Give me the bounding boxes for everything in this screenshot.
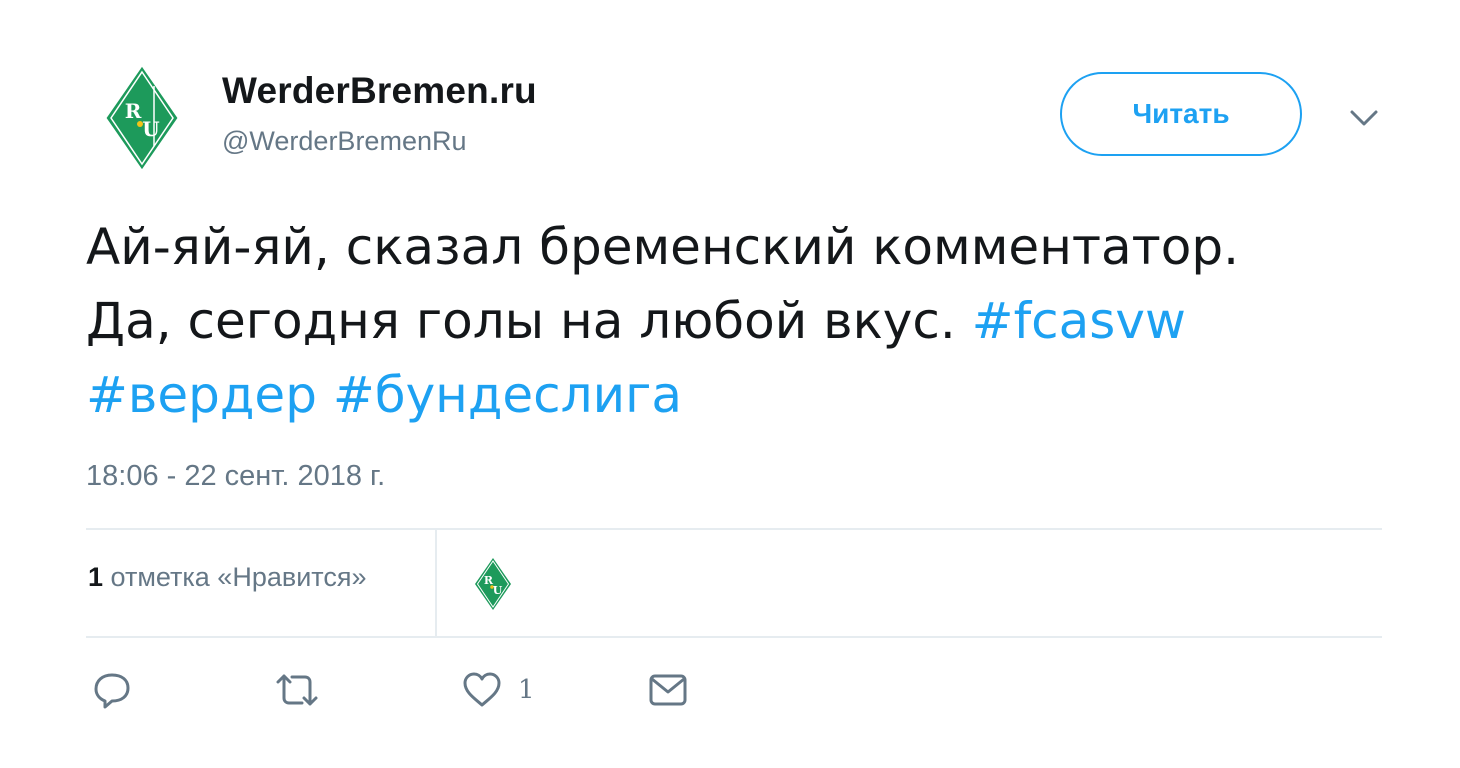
- retweet-button[interactable]: [274, 668, 320, 712]
- retweet-icon: [276, 674, 318, 706]
- direct-message-button[interactable]: [648, 668, 688, 712]
- svg-text:U: U: [493, 584, 503, 597]
- like-count: 1: [518, 675, 535, 705]
- divider: [86, 636, 1382, 638]
- divider: [86, 528, 1382, 530]
- svg-text:R: R: [125, 99, 142, 123]
- likes-stat[interactable]: 1 отметка «Нравится»: [88, 562, 366, 593]
- reply-button[interactable]: [92, 668, 132, 712]
- divider: [435, 530, 437, 636]
- tweet-text: Ай-яй-яй, сказал бременский комментатор.…: [86, 210, 1406, 432]
- follow-button[interactable]: Читать: [1060, 72, 1302, 156]
- liker-avatar[interactable]: R U: [474, 556, 512, 612]
- hashtag-link[interactable]: #вердер: [86, 366, 317, 424]
- chevron-down-icon[interactable]: [1346, 104, 1382, 132]
- tweet-text-line-1: Ай-яй-яй, сказал бременский комментатор.: [86, 218, 1240, 276]
- likes-count: 1: [88, 562, 104, 592]
- tweet-text-line-2: Да, сегодня голы на любой вкус.: [86, 292, 956, 350]
- werder-ru-diamond-logo-icon: R U: [105, 65, 179, 171]
- envelope-icon: [649, 674, 687, 706]
- display-name[interactable]: WerderBremen.ru: [222, 70, 537, 112]
- svg-text:U: U: [142, 117, 159, 141]
- likes-label: отметка «Нравится»: [110, 562, 367, 592]
- heart-icon: [463, 672, 501, 707]
- reply-icon: [94, 673, 130, 709]
- hashtag-link[interactable]: #fcasvw: [972, 292, 1186, 350]
- user-handle[interactable]: @WerderBremenRu: [222, 126, 467, 157]
- avatar[interactable]: R U: [104, 64, 180, 172]
- like-button[interactable]: 1: [462, 668, 535, 712]
- tweet-timestamp[interactable]: 18:06 - 22 сент. 2018 г.: [86, 460, 385, 493]
- hashtag-link[interactable]: #бундеслига: [333, 366, 682, 424]
- werder-ru-diamond-logo-icon: R U: [475, 558, 511, 610]
